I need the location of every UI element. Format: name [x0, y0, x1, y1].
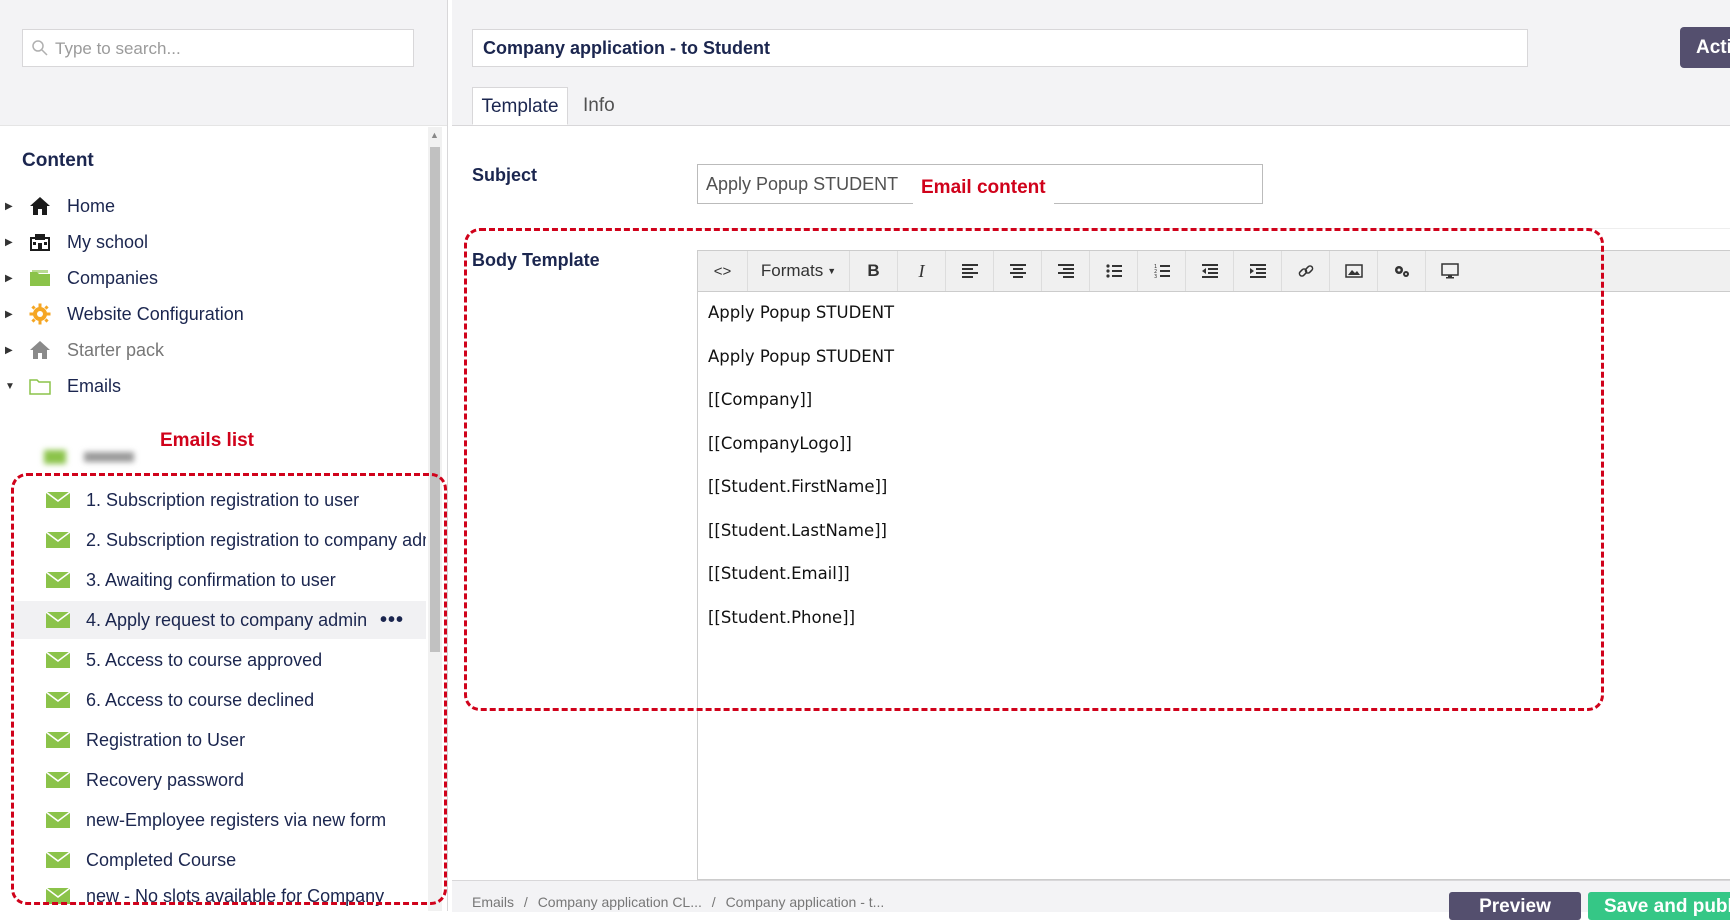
- blurred-tree-item: [28, 448, 158, 466]
- actions-button[interactable]: Actions: [1680, 27, 1730, 68]
- home-icon: [27, 194, 53, 218]
- content-name-input[interactable]: Company application - to Student: [472, 29, 1528, 67]
- tree-item-label: Starter pack: [67, 339, 165, 360]
- editor-footer: Emails / Company application CL... / Com…: [452, 880, 1730, 920]
- main-panel: Company application - to Student Actions…: [452, 0, 1730, 920]
- email-content-annotation: Email content: [913, 175, 1054, 205]
- tree-item-label: Home: [67, 195, 116, 216]
- school-icon: [27, 230, 53, 254]
- breadcrumb-item[interactable]: Emails: [472, 894, 514, 910]
- caret-right-icon[interactable]: ▶: [5, 345, 15, 356]
- caret-down-icon[interactable]: ▼: [5, 381, 15, 392]
- folder-icon: [27, 266, 53, 290]
- preview-button[interactable]: Preview: [1449, 892, 1581, 920]
- tree-item-my-school[interactable]: ▶ My school: [0, 224, 425, 260]
- caret-right-icon[interactable]: ▶: [5, 201, 15, 212]
- breadcrumb-item[interactable]: Company application CL...: [538, 894, 702, 910]
- tab-info[interactable]: Info: [583, 87, 615, 125]
- email-content-highlight: [464, 228, 1604, 711]
- tree-item-companies[interactable]: ▶ Companies: [0, 260, 425, 296]
- tree-item-starter-pack[interactable]: ▶ Starter pack: [0, 332, 425, 368]
- tree-item-website-configuration[interactable]: ▶ Website Configuration: [0, 296, 425, 332]
- gear-icon: [27, 302, 53, 326]
- content-title: Content: [22, 150, 94, 171]
- search-input[interactable]: [53, 30, 412, 68]
- emails-list-annotation: Emails list: [160, 430, 254, 451]
- sidebar-header: [0, 0, 447, 126]
- caret-right-icon[interactable]: ▶: [5, 309, 15, 320]
- tree-item-label: Companies: [67, 267, 159, 288]
- search-icon: [31, 39, 49, 57]
- subject-label: Subject: [472, 165, 538, 185]
- tree-item-label: My school: [67, 231, 149, 252]
- breadcrumb-separator: /: [523, 894, 528, 910]
- sidebar: Content ▶ Home ▶ My school ▶ Companies ▶…: [0, 0, 448, 911]
- emails-list-highlight: [11, 473, 447, 905]
- folder-open-icon: [27, 374, 53, 398]
- caret-right-icon[interactable]: ▶: [5, 237, 15, 248]
- editor-header: Company application - to Student Actions…: [452, 0, 1730, 126]
- scroll-up-icon[interactable]: ▲: [430, 130, 439, 140]
- breadcrumb-separator: /: [711, 894, 716, 910]
- tree-item-emails[interactable]: ▼ Emails: [0, 368, 425, 404]
- breadcrumb-item[interactable]: Company application - t...: [726, 894, 885, 910]
- search-box[interactable]: [22, 29, 414, 68]
- caret-right-icon[interactable]: ▶: [5, 273, 15, 284]
- save-and-publish-button[interactable]: Save and publish: [1588, 892, 1730, 920]
- tree-item-home[interactable]: ▶ Home: [0, 188, 425, 224]
- tab-template[interactable]: Template: [472, 87, 568, 125]
- home-icon: [27, 338, 53, 362]
- tree-item-label: Emails: [67, 375, 122, 396]
- breadcrumb: Emails / Company application CL... / Com…: [472, 894, 890, 910]
- tree-item-label: Website Configuration: [67, 303, 244, 324]
